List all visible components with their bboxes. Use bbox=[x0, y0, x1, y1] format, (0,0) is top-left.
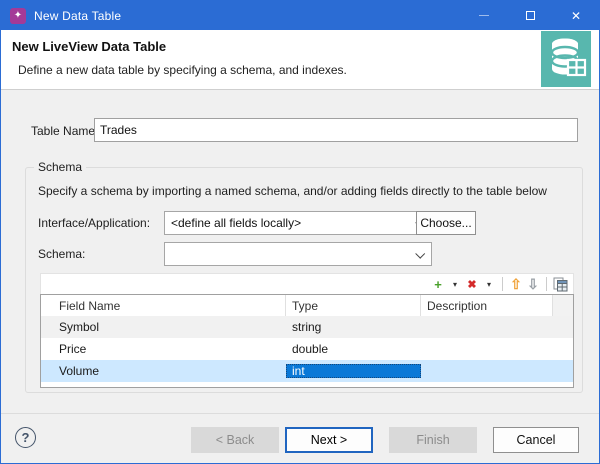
schema-instruction: Specify a schema by importing a named sc… bbox=[38, 184, 547, 198]
close-icon: ✕ bbox=[571, 10, 581, 22]
finish-button[interactable]: Finish bbox=[389, 427, 477, 453]
move-up-button[interactable]: ⇧ bbox=[509, 276, 523, 292]
add-field-menu-arrow-icon[interactable]: ▾ bbox=[448, 276, 462, 292]
fields-table-header: Field Name Type Description bbox=[41, 295, 573, 316]
table-row-selected[interactable]: Volume int bbox=[41, 360, 573, 382]
minimize-button[interactable] bbox=[461, 1, 507, 30]
remove-field-menu-arrow-icon[interactable]: ▾ bbox=[482, 276, 496, 292]
schema-group: Schema Specify a schema by importing a n… bbox=[25, 167, 583, 393]
interface-application-label: Interface/Application: bbox=[38, 216, 150, 230]
interface-application-combo[interactable]: <define all fields locally> bbox=[164, 211, 432, 235]
maximize-icon bbox=[526, 11, 535, 20]
window-controls: ✕ bbox=[461, 1, 599, 30]
column-header-field-name[interactable]: Field Name bbox=[41, 295, 286, 316]
table-row[interactable]: Price double bbox=[41, 338, 573, 360]
table-row[interactable]: Symbol string bbox=[41, 316, 573, 338]
table-name-label: Table Name: bbox=[31, 124, 98, 138]
next-button[interactable]: Next > bbox=[285, 427, 373, 453]
wizard-banner: New LiveView Data Table Define a new dat… bbox=[1, 30, 599, 90]
toolbar-separator bbox=[502, 277, 503, 291]
back-button[interactable]: < Back bbox=[191, 427, 279, 453]
schema-combo[interactable] bbox=[164, 242, 432, 266]
maximize-button[interactable] bbox=[507, 1, 553, 30]
window-title: New Data Table bbox=[34, 9, 121, 23]
add-field-button[interactable]: + bbox=[431, 276, 445, 292]
button-bar: ? < Back Next > Finish Cancel bbox=[1, 413, 599, 464]
fields-table: Field Name Type Description Symbol strin… bbox=[40, 294, 574, 388]
database-table-icon bbox=[541, 31, 591, 87]
app-icon: ✦ bbox=[10, 8, 26, 24]
toolbar-separator bbox=[546, 277, 547, 291]
minimize-icon bbox=[479, 15, 489, 16]
copy-schema-button[interactable] bbox=[553, 276, 568, 292]
chevron-down-icon bbox=[415, 249, 425, 259]
copy-schema-icon bbox=[553, 277, 568, 292]
schema-label: Schema: bbox=[38, 247, 85, 261]
field-name-cell[interactable]: Symbol bbox=[41, 320, 286, 334]
help-button[interactable]: ? bbox=[15, 427, 36, 448]
field-name-cell[interactable]: Price bbox=[41, 342, 286, 356]
column-header-description[interactable]: Description bbox=[421, 295, 553, 316]
remove-field-button[interactable]: ✖ bbox=[465, 276, 479, 292]
schema-group-legend: Schema bbox=[34, 160, 86, 174]
field-type-cell-selected[interactable]: int bbox=[286, 364, 421, 378]
interface-application-value: <define all fields locally> bbox=[171, 216, 301, 230]
wizard-description: Define a new data table by specifying a … bbox=[18, 63, 347, 77]
column-header-type[interactable]: Type bbox=[286, 295, 421, 316]
wizard-title: New LiveView Data Table bbox=[12, 39, 166, 54]
field-name-cell[interactable]: Volume bbox=[41, 364, 286, 378]
close-button[interactable]: ✕ bbox=[553, 1, 599, 30]
move-down-button[interactable]: ⇩ bbox=[526, 276, 540, 292]
field-type-cell[interactable]: string bbox=[286, 320, 421, 334]
new-data-table-dialog: ✦ New Data Table ✕ New LiveView Data Tab… bbox=[0, 0, 600, 464]
choose-button[interactable]: Choose... bbox=[416, 211, 476, 235]
column-header-filler bbox=[553, 295, 573, 316]
cancel-button[interactable]: Cancel bbox=[493, 427, 579, 453]
table-name-input[interactable] bbox=[94, 118, 578, 142]
titlebar: ✦ New Data Table ✕ bbox=[1, 1, 599, 30]
fields-toolbar: + ▾ ✖ ▾ ⇧ ⇩ bbox=[40, 273, 574, 294]
field-type-cell[interactable]: double bbox=[286, 342, 421, 356]
